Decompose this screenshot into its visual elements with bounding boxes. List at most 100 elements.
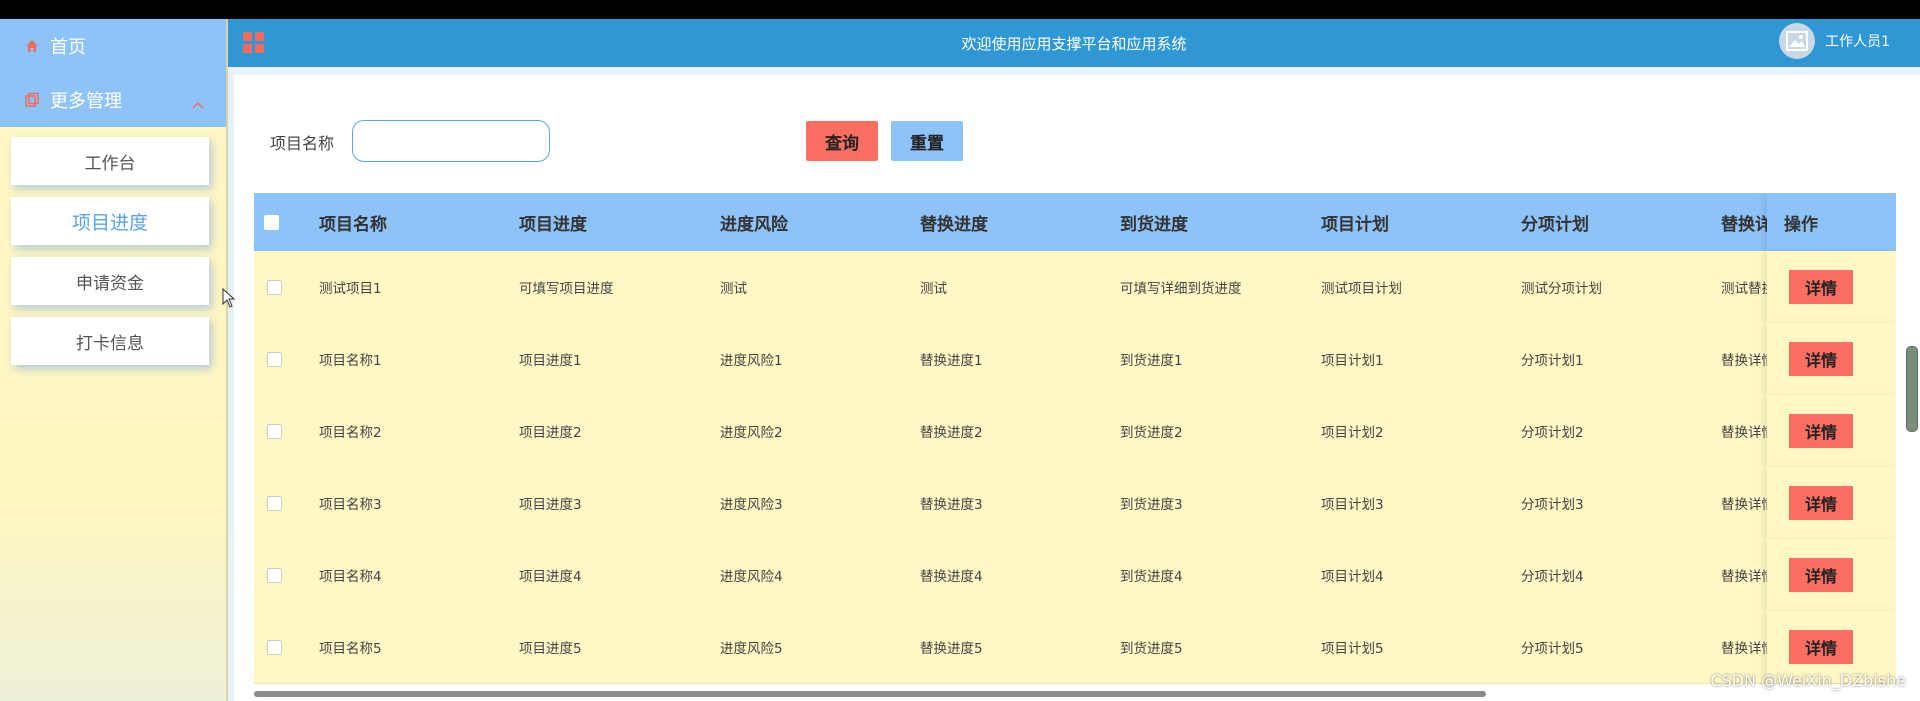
cell-replace-detail: 测试替换: [1721, 281, 1767, 297]
cell-sub-plan: 分项计划3: [1521, 497, 1584, 513]
nav-more-label: 更多管理: [50, 91, 122, 112]
row-checkbox[interactable]: [267, 279, 282, 295]
cell-replace-progress: 替换进度3: [920, 497, 983, 513]
col-header-replace-detail: 替换详情: [1721, 214, 1767, 235]
query-button[interactable]: 查询: [806, 121, 878, 161]
sub-item-project-progress[interactable]: 项目进度: [11, 197, 209, 245]
cell-project-plan: 项目计划3: [1321, 497, 1384, 513]
sub-menu: 工作台 项目进度 申请资金 打卡信息: [0, 127, 226, 365]
home-icon: [24, 38, 40, 54]
cell-sub-plan: 测试分项计划: [1521, 281, 1602, 297]
col-header-project-progress: 项目进度: [519, 214, 587, 235]
cell-replace-detail: 替换详情4: [1721, 569, 1767, 585]
nav-home-label: 首页: [50, 37, 86, 58]
horizontal-scrollbar[interactable]: [254, 691, 1486, 697]
row-checkbox[interactable]: [267, 423, 282, 439]
cell-replace-progress: 替换进度5: [920, 641, 983, 657]
cell-arrival-progress: 到货进度5: [1120, 641, 1183, 657]
cell-project-name: 项目名称3: [319, 497, 382, 513]
cell-replace-detail: 替换详情2: [1721, 425, 1767, 441]
select-all-cell: [264, 193, 279, 251]
col-header-project-plan: 项目计划: [1321, 214, 1389, 235]
header-bar: 欢迎使用应用支撑平台和应用系统 工作人员1: [228, 19, 1920, 67]
image-icon: [1786, 31, 1809, 51]
sub-item-checkin-info[interactable]: 打卡信息: [11, 317, 209, 365]
nav-more-management[interactable]: 更多管理: [0, 73, 226, 127]
cell-project-name: 测试项目1: [319, 281, 382, 297]
content-panel: 项目名称 查询 重置 项目名称 项目进度 进度风险 替换进度 到货进度 项目计划…: [234, 75, 1920, 701]
cell-sub-plan: 分项计划5: [1521, 641, 1584, 657]
table-header: 项目名称 项目进度 进度风险 替换进度 到货进度 项目计划 分项计划 替换详情 …: [254, 193, 1896, 251]
chevron-up-icon: [192, 93, 204, 114]
row-checkbox[interactable]: [267, 351, 282, 367]
cell-replace-progress: 替换进度2: [920, 425, 983, 441]
detail-button[interactable]: 详情: [1789, 270, 1853, 304]
watermark: CSDN @WeiXin_DZbishe: [1710, 671, 1906, 690]
cell-project-progress: 项目进度1: [519, 353, 582, 369]
col-header-arrival-progress: 到货进度: [1120, 214, 1188, 235]
detail-button[interactable]: 详情: [1789, 630, 1853, 664]
table-row: 项目名称5 项目进度5 进度风险5 替换进度5 到货进度5 项目计划5 分项计划…: [254, 611, 1896, 684]
row-checkbox-cell: [267, 323, 282, 395]
cell-replace-progress: 替换进度4: [920, 569, 983, 585]
project-name-input[interactable]: [352, 120, 550, 162]
cell-project-progress: 可填写项目进度: [519, 281, 614, 297]
mouse-cursor-icon: [222, 287, 236, 312]
table-row: 项目名称3 项目进度3 进度风险3 替换进度3 到货进度3 项目计划3 分项计划…: [254, 467, 1896, 540]
nav-home[interactable]: 首页: [0, 19, 226, 73]
cell-progress-risk: 进度风险1: [720, 353, 783, 369]
cell-progress-risk: 进度风险2: [720, 425, 783, 441]
row-checkbox-cell: [267, 611, 282, 683]
cell-arrival-progress: 到货进度3: [1120, 497, 1183, 513]
sub-item-workbench[interactable]: 工作台: [11, 137, 209, 185]
row-checkbox-cell: [267, 251, 282, 323]
cell-replace-progress: 替换进度1: [920, 353, 983, 369]
select-all-checkbox[interactable]: [264, 214, 279, 230]
cell-project-name: 项目名称4: [319, 569, 382, 585]
cell-arrival-progress: 到货进度2: [1120, 425, 1183, 441]
user-menu[interactable]: 工作人员1: [1779, 23, 1890, 59]
sidebar: 首页 更多管理 工作台 项目进度 申请资金 打卡信息: [0, 19, 228, 701]
table-row: 项目名称4 项目进度4 进度风险4 替换进度4 到货进度4 项目计划4 分项计划…: [254, 539, 1896, 612]
col-header-project-name: 项目名称: [319, 214, 387, 235]
cell-project-plan: 项目计划2: [1321, 425, 1384, 441]
reset-button[interactable]: 重置: [891, 121, 963, 161]
row-checkbox[interactable]: [267, 567, 282, 583]
cell-sub-plan: 分项计划4: [1521, 569, 1584, 585]
table-row: 项目名称2 项目进度2 进度风险2 替换进度2 到货进度2 项目计划2 分项计划…: [254, 395, 1896, 468]
cell-replace-progress: 测试: [920, 281, 947, 297]
main-content: 项目名称 查询 重置 项目名称 项目进度 进度风险 替换进度 到货进度 项目计划…: [228, 67, 1920, 701]
cell-progress-risk: 进度风险5: [720, 641, 783, 657]
cell-replace-detail: 替换详情3: [1721, 497, 1767, 513]
sidebar-head: 首页 更多管理: [0, 19, 226, 127]
cell-project-name: 项目名称1: [319, 353, 382, 369]
cell-project-plan: 测试项目计划: [1321, 281, 1402, 297]
cell-project-progress: 项目进度5: [519, 641, 582, 657]
avatar: [1779, 23, 1816, 59]
detail-button[interactable]: 详情: [1789, 342, 1853, 376]
cell-project-name: 项目名称5: [319, 641, 382, 657]
row-checkbox[interactable]: [267, 495, 282, 511]
cell-arrival-progress: 可填写详细到货进度: [1120, 281, 1242, 297]
detail-button[interactable]: 详情: [1789, 414, 1853, 448]
cell-replace-detail: 替换详情1: [1721, 353, 1767, 369]
cell-project-plan: 项目计划5: [1321, 641, 1384, 657]
cell-project-plan: 项目计划4: [1321, 569, 1384, 585]
detail-button[interactable]: 详情: [1789, 558, 1853, 592]
cell-project-name: 项目名称2: [319, 425, 382, 441]
cell-project-progress: 项目进度3: [519, 497, 582, 513]
table-row: 测试项目1 可填写项目进度 测试 测试 可填写详细到货进度 测试项目计划 测试分…: [254, 251, 1896, 324]
cell-arrival-progress: 到货进度4: [1120, 569, 1183, 585]
vertical-scrollbar[interactable]: [1906, 346, 1918, 432]
row-checkbox[interactable]: [267, 639, 282, 655]
detail-button[interactable]: 详情: [1789, 486, 1853, 520]
col-header-sub-plan: 分项计划: [1521, 214, 1589, 235]
row-checkbox-cell: [267, 539, 282, 611]
project-table: 项目名称 项目进度 进度风险 替换进度 到货进度 项目计划 分项计划 替换详情 …: [254, 193, 1896, 685]
cell-project-plan: 项目计划1: [1321, 353, 1384, 369]
header-title: 欢迎使用应用支撑平台和应用系统: [961, 35, 1187, 53]
col-header-operation: 操作: [1784, 214, 1818, 235]
cell-arrival-progress: 到货进度1: [1120, 353, 1183, 369]
cell-progress-risk: 进度风险4: [720, 569, 783, 585]
sub-item-apply-funds[interactable]: 申请资金: [11, 257, 209, 305]
